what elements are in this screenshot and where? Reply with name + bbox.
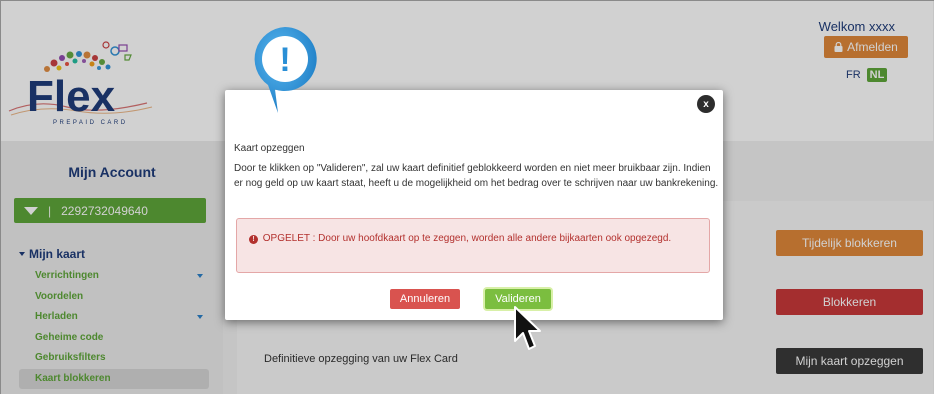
close-button[interactable]: x <box>697 95 715 113</box>
warning-text: OPGELET : Door uw hoofdkaart op te zegge… <box>262 233 672 244</box>
modal-body-text: Door te klikken op "Valideren", zal uw k… <box>234 163 719 189</box>
alert-bubble-icon: ! <box>254 27 317 113</box>
warning-alert: ! OPGELET : Door uw hoofdkaart op te zeg… <box>236 218 710 273</box>
alert-symbol: ! <box>279 41 290 79</box>
annuleren-button[interactable]: Annuleren <box>390 289 460 309</box>
close-icon: x <box>703 98 709 110</box>
modal-title: Kaart opzeggen <box>234 143 305 154</box>
exclamation-circle-icon: ! <box>249 235 258 244</box>
mouse-cursor-icon <box>514 306 541 350</box>
cancel-card-modal: x Kaart opzeggen Door te klikken op "Val… <box>225 90 723 320</box>
